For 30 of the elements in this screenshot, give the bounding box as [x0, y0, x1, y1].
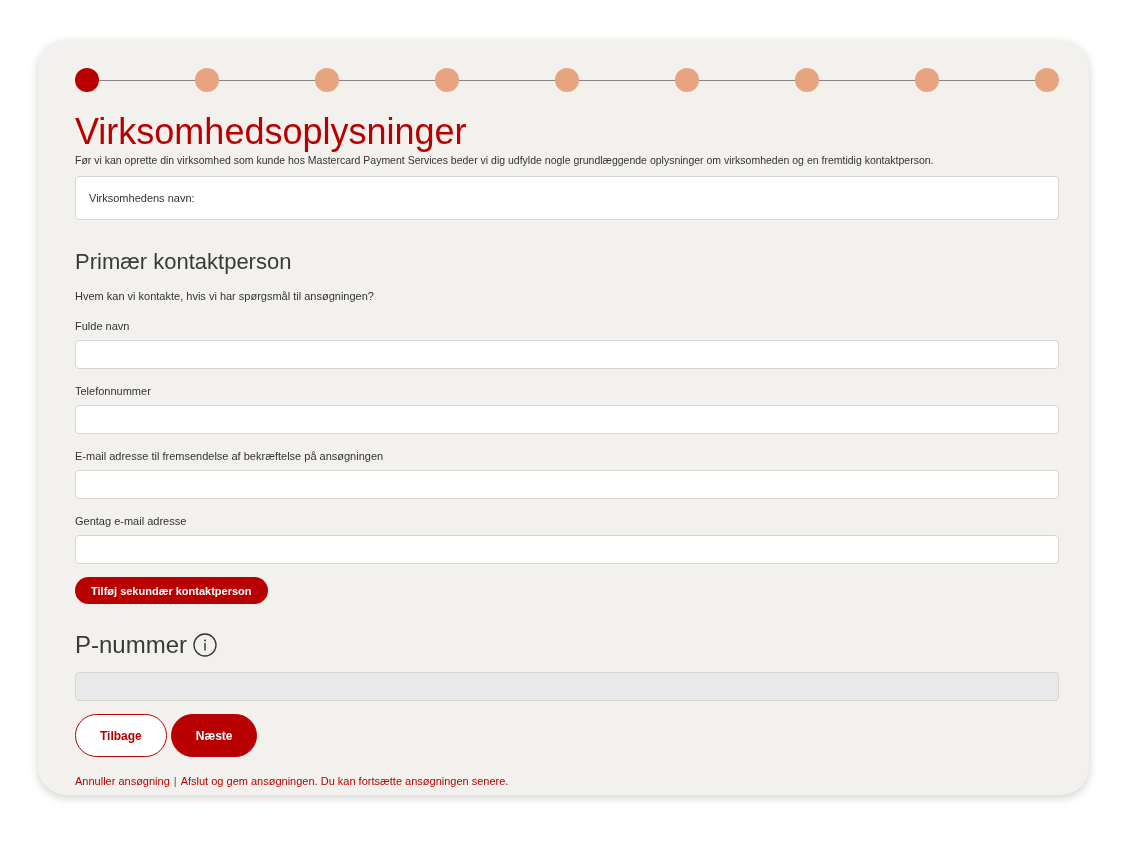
info-icon[interactable] [193, 633, 218, 657]
section-question: Hvem kan vi kontakte, hvis vi har spørgsmål til ansøgningen? [75, 289, 375, 304]
section-heading: Primær kontaktperson [75, 248, 293, 276]
field-label: Gentag e-mail adresse [75, 514, 188, 529]
page-title: Virksomhedsoplysninger [75, 112, 468, 152]
step-dot[interactable] [1035, 68, 1059, 92]
step-dot[interactable] [315, 68, 339, 92]
input-field[interactable] [75, 405, 1059, 434]
step-dot[interactable] [795, 68, 819, 92]
section-heading: P-nummer [75, 630, 188, 660]
separator: | [173, 774, 177, 789]
input-field[interactable] [75, 535, 1059, 564]
step-dot[interactable] [195, 68, 219, 92]
field-label: E-mail adresse til fremsendelse af bekræftelse på ansøgningen [75, 449, 385, 464]
step-dot[interactable] [675, 68, 699, 92]
add-contact-button[interactable]: Tilføj sekundær kontaktperson [75, 577, 268, 604]
input-field[interactable] [75, 470, 1059, 499]
back-button[interactable]: Tilbage [75, 714, 167, 757]
step-dot[interactable] [915, 68, 939, 92]
intro-text: Før vi kan oprette din virksomhed som kunde hos Mastercard Payment Services beder vi dig udfylde nogle grundlæggende oplysninger om virksomheden og en fremtidig kontaktperson. [75, 153, 935, 168]
field-label: Telefonnummer [75, 384, 152, 399]
field-label: Fulde navn [75, 319, 131, 334]
input-field[interactable] [75, 340, 1059, 369]
footer-link[interactable]: Afslut og gem ansøgningen. Du kan fortsætte ansøgningen senere. [180, 773, 509, 789]
footer-link[interactable]: Annuller ansøgning [75, 773, 170, 789]
step-dot[interactable] [75, 68, 99, 92]
step-dot[interactable] [555, 68, 579, 92]
company-name-field[interactable]: Virksomhedens navn: [75, 176, 1059, 220]
step-dot[interactable] [435, 68, 459, 92]
next-button[interactable]: Næste [170, 714, 258, 757]
